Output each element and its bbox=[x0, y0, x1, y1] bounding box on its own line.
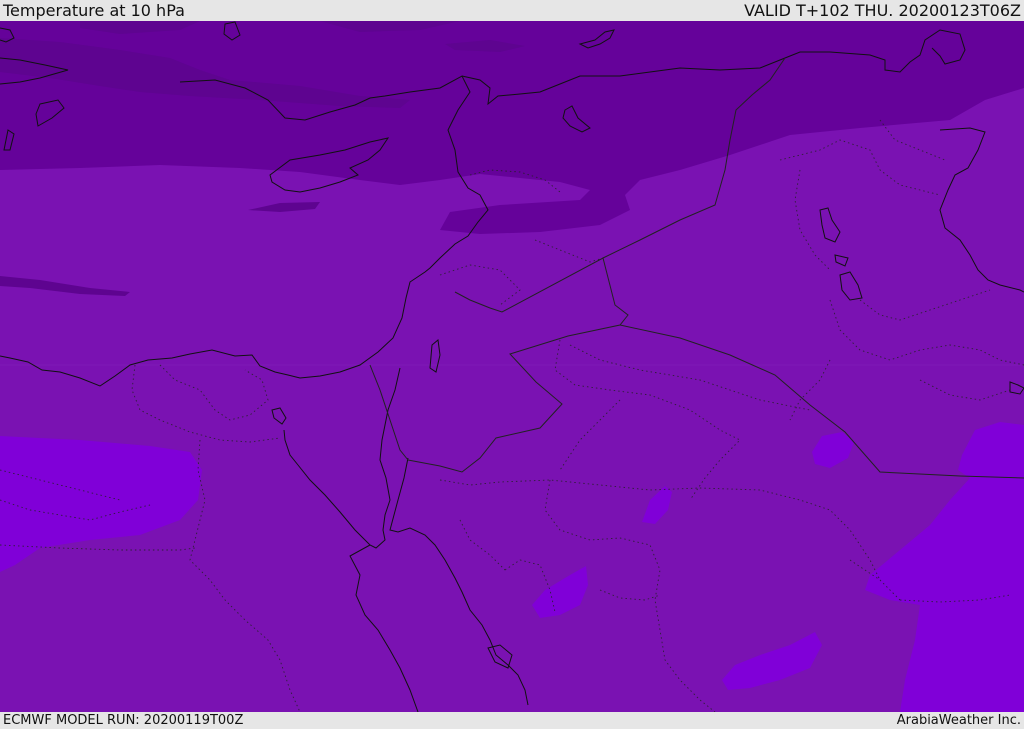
weather-map[interactable] bbox=[0, 21, 1024, 712]
valid-time: VALID T+102 THU. 20200123T06Z bbox=[744, 1, 1021, 20]
model-run: ECMWF MODEL RUN: 20200119T00Z bbox=[3, 713, 244, 728]
map-title: Temperature at 10 hPa bbox=[3, 1, 185, 20]
footer-bar: ECMWF MODEL RUN: 20200119T00Z ArabiaWeat… bbox=[0, 712, 1024, 729]
credit-text: ArabiaWeather Inc. bbox=[896, 713, 1021, 728]
header-bar: Temperature at 10 hPa VALID T+102 THU. 2… bbox=[0, 0, 1024, 21]
